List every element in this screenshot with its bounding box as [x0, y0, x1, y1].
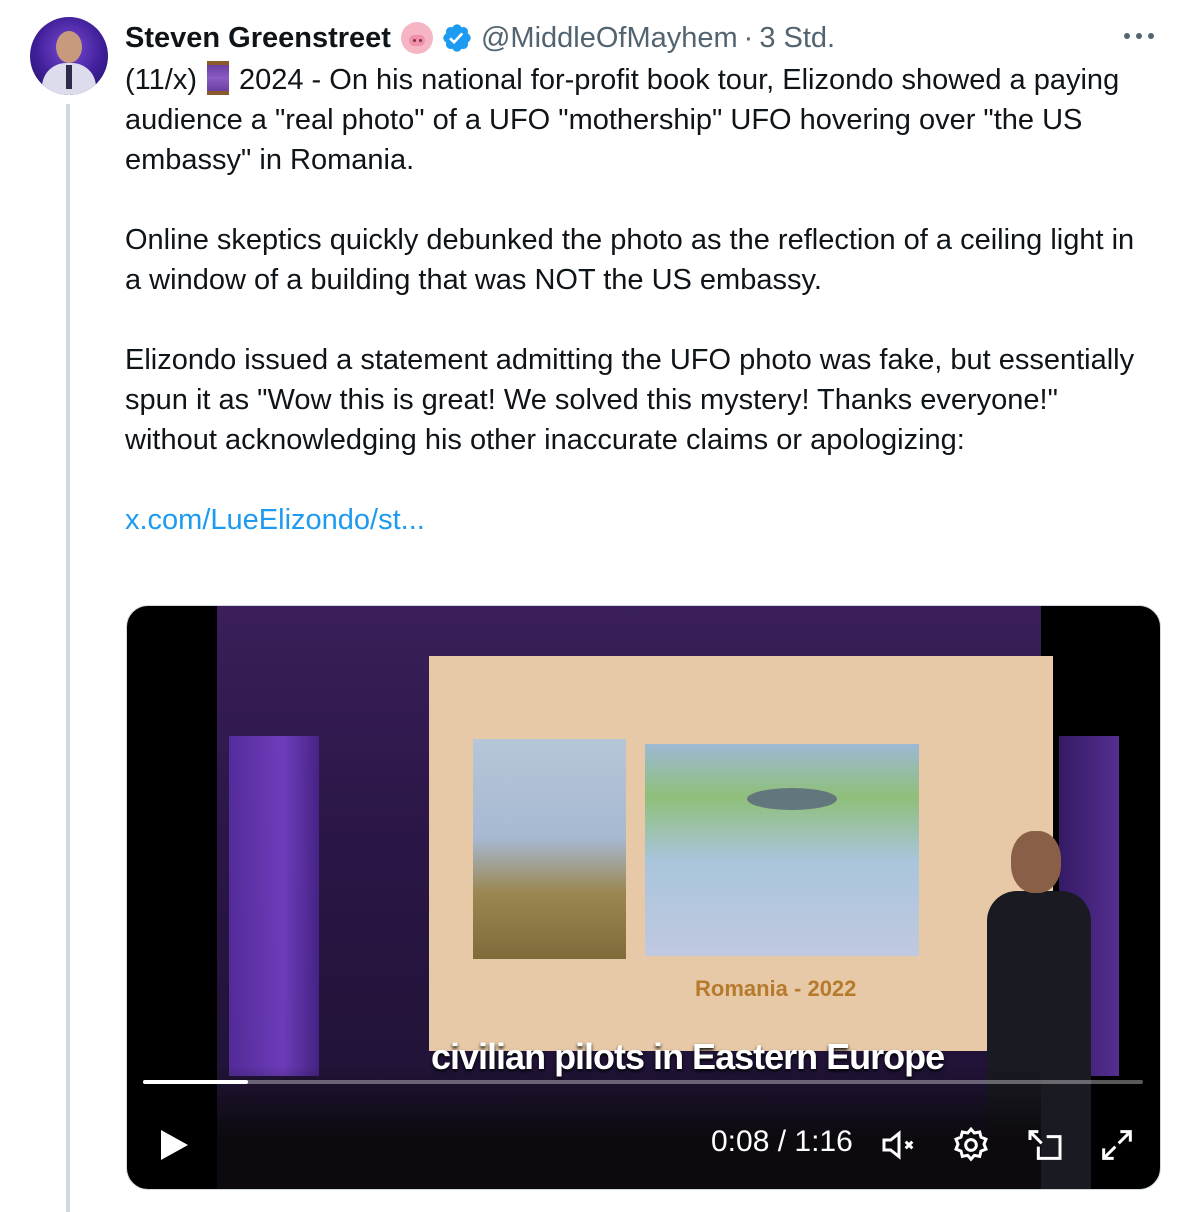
more-horizontal-icon[interactable]	[1124, 26, 1160, 46]
thread-connector-line	[66, 104, 70, 1212]
video-controls: 0:08 / 1:16	[127, 1111, 1160, 1175]
video-subtitle: civilian pilots in Eastern Europe	[431, 1036, 945, 1077]
play-icon[interactable]	[155, 1127, 191, 1163]
pig-face-emoji-icon	[400, 22, 433, 54]
video-player[interactable]: Romania - 2022 civilian pilots in Easter…	[126, 605, 1161, 1190]
video-frame: Romania - 2022 civilian pilots in Easter…	[217, 606, 1119, 1189]
slide-caption: Romania - 2022	[695, 976, 857, 1001]
picture-in-picture-icon[interactable]	[1025, 1125, 1065, 1165]
tweet-paragraph-1-text: 2024 - On his national for-profit book t…	[125, 64, 1128, 176]
video-progress-bar[interactable]	[143, 1080, 1143, 1084]
tweet-header: Steven Greenstreet @MiddleOfMayhem · 3 S…	[125, 18, 835, 58]
tweet-paragraph-2: Online skeptics quickly debunked the pho…	[125, 224, 1143, 296]
thread-spool-emoji-icon	[203, 61, 233, 95]
author-name[interactable]: Steven Greenstreet	[125, 22, 391, 55]
verified-badge-icon[interactable]	[441, 22, 473, 54]
tweet-timestamp[interactable]: 3 Std.	[759, 22, 835, 55]
stage-wall-left	[229, 736, 319, 1076]
avatar[interactable]	[30, 17, 108, 95]
gear-icon[interactable]	[951, 1125, 991, 1165]
ufo-shape	[747, 788, 837, 810]
slide-photo-right	[645, 744, 919, 956]
slide-photo-left	[473, 739, 626, 959]
tweet-link-paragraph: x.com/LueElizondo/st...	[125, 500, 1135, 540]
tweet-paragraph-1: (11/x) 2024 - On his national for-profit …	[125, 60, 1135, 180]
expand-icon[interactable]	[1097, 1125, 1137, 1165]
header-separator: ·	[743, 21, 754, 54]
tweet-link[interactable]: x.com/LueElizondo/st...	[125, 504, 425, 536]
video-progress-fill	[143, 1080, 248, 1084]
author-handle[interactable]: @MiddleOfMayhem	[481, 22, 738, 55]
tweet-text: (11/x) 2024 - On his national for-profit …	[125, 60, 1135, 540]
tweet-paragraph-3: Elizondo issued a statement admitting th…	[125, 344, 1143, 456]
video-timecode: 0:08 / 1:16	[711, 1125, 853, 1158]
thread-counter: (11/x)	[125, 64, 197, 96]
volume-muted-icon[interactable]	[879, 1125, 919, 1165]
